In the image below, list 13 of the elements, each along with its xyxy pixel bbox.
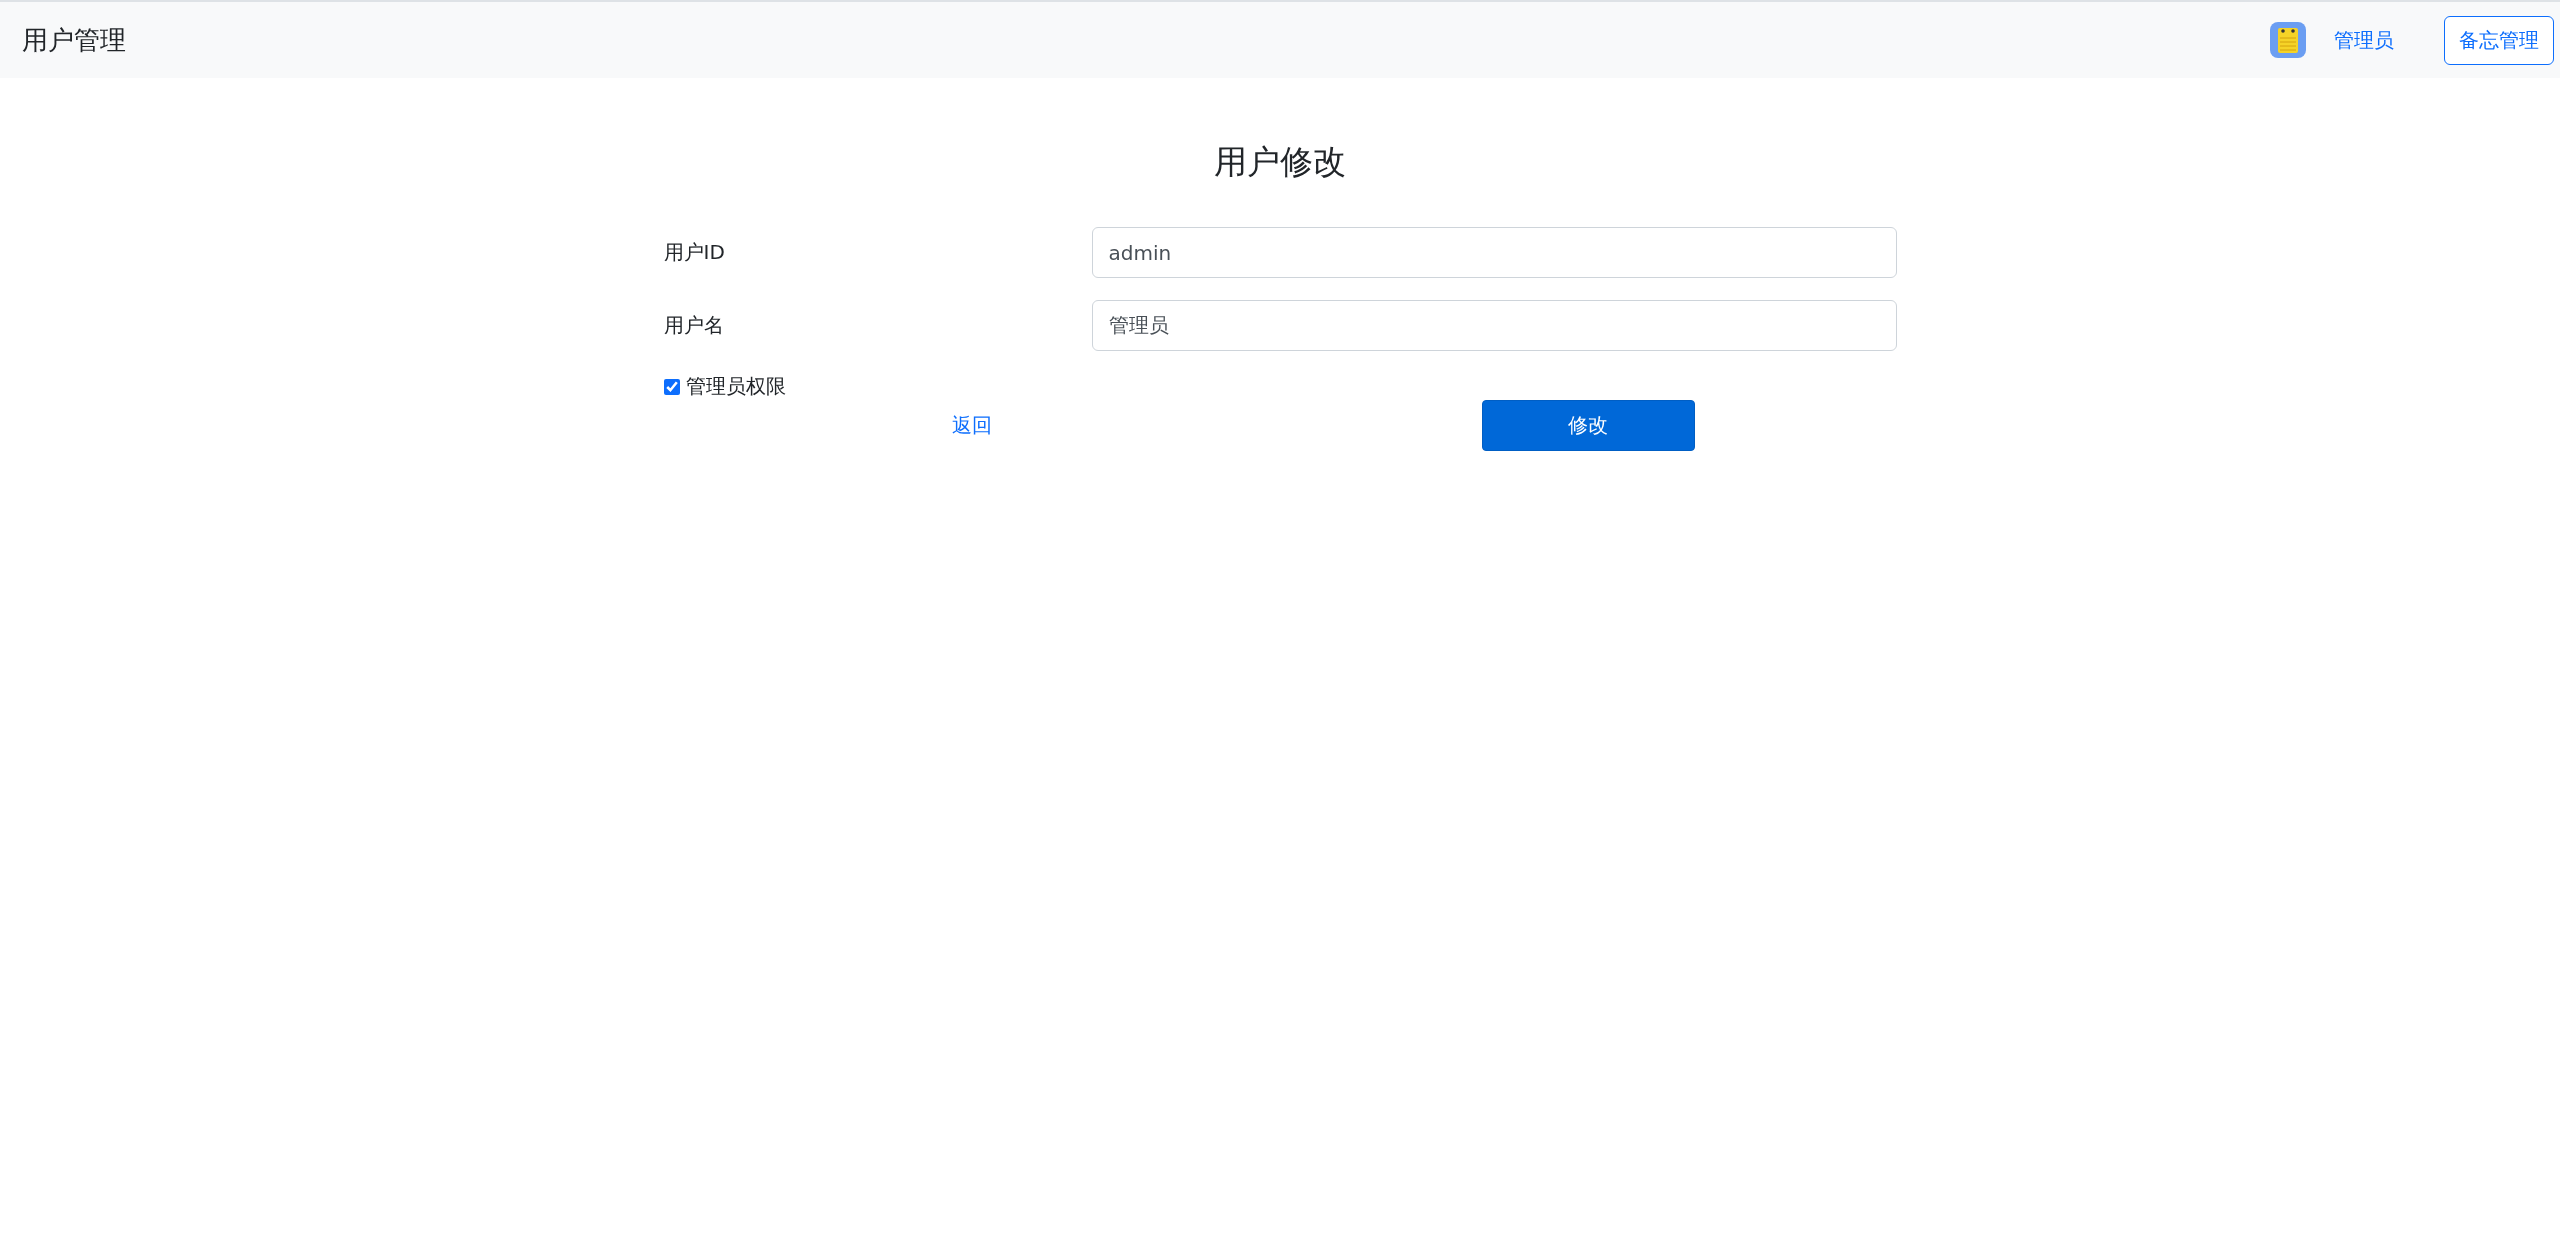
input-field[interactable]: 管理员	[1091, 300, 1897, 351]
input-field[interactable]: admin	[1091, 227, 1897, 278]
page-heading: 用户修改	[1213, 141, 1347, 183]
app-title: 用户管理	[22, 23, 126, 57]
user-link[interactable]: 管理员	[2334, 26, 2394, 54]
field-label: 用户ID	[663, 239, 725, 266]
submit-button[interactable]: 修改	[1481, 400, 1695, 451]
checkbox[interactable]	[663, 378, 680, 395]
back-link[interactable]: 返回	[951, 412, 992, 439]
checkbox-label: 管理员权限	[685, 373, 786, 400]
field-label: 用户名	[663, 312, 724, 339]
memo-button[interactable]: 备忘管理	[2444, 15, 2554, 65]
notepad-icon	[2270, 22, 2306, 58]
